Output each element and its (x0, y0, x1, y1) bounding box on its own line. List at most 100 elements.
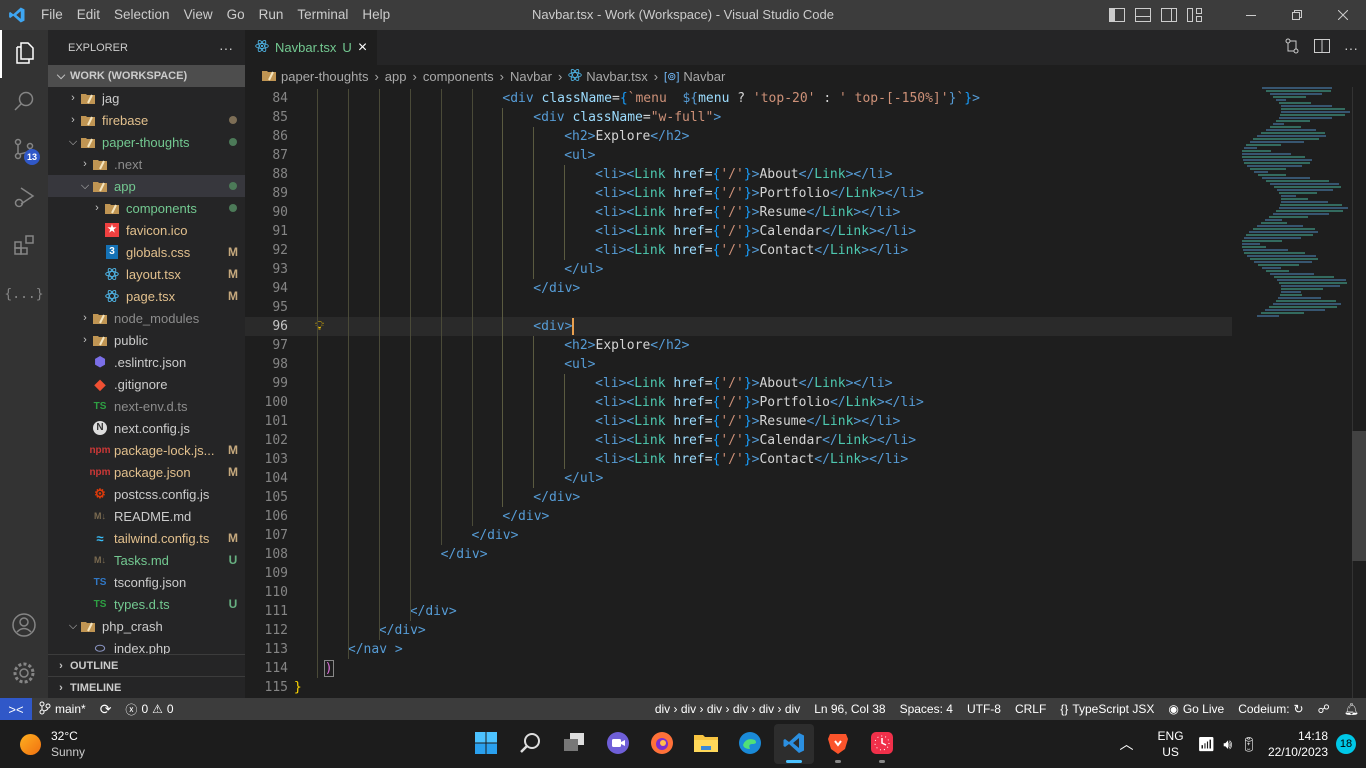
customize-layout-icon[interactable] (1182, 0, 1208, 30)
tree-item[interactable]: npm package-lock.js... M (48, 439, 245, 461)
tree-item[interactable]: › components (48, 197, 245, 219)
breadcrumb-item[interactable]: Navbar (510, 69, 552, 84)
tree-item[interactable]: ≈ tailwind.config.ts M (48, 527, 245, 549)
search-activity[interactable] (0, 78, 48, 126)
volume-icon[interactable]: 🔊︎ (1219, 736, 1236, 753)
tree-item[interactable]: ⌵ paper-thoughts (48, 131, 245, 153)
tree-item[interactable]: layout.tsx M (48, 263, 245, 285)
code-line[interactable]: 93 </ul> (245, 260, 1232, 279)
code-line[interactable]: 109 (245, 564, 1232, 583)
tree-item[interactable]: › firebase (48, 109, 245, 131)
outline-section-header[interactable]: › OUTLINE (48, 654, 245, 676)
close-window-button[interactable] (1320, 0, 1366, 30)
notification-badge[interactable]: 18 (1336, 734, 1356, 754)
breadcrumb-item[interactable]: app (385, 69, 407, 84)
code-line[interactable]: 115} (245, 678, 1232, 697)
accounts-activity[interactable] (0, 602, 48, 650)
breadcrumb-item[interactable]: components (423, 69, 494, 84)
cursor-position[interactable]: Ln 96, Col 38 (807, 702, 892, 716)
code-line[interactable]: 107 </div> (245, 526, 1232, 545)
tree-item[interactable]: › node_modules (48, 307, 245, 329)
codeium-status[interactable]: Codeium: ↻ (1231, 702, 1310, 716)
vscode-taskbar-button[interactable] (774, 724, 814, 764)
code-line[interactable]: 87 <ul> (245, 146, 1232, 165)
wifi-icon[interactable]: 📶︎ (1194, 736, 1220, 753)
teams-chat-button[interactable] (598, 724, 638, 764)
explorer-activity[interactable] (0, 30, 48, 78)
tree-item[interactable]: TS types.d.ts U (48, 593, 245, 615)
code-line[interactable]: 95 (245, 298, 1232, 317)
code-line[interactable]: 94 </div> (245, 279, 1232, 298)
encoding[interactable]: UTF-8 (960, 702, 1008, 716)
menu-terminal[interactable]: Terminal (290, 0, 355, 30)
menu-go[interactable]: Go (220, 0, 252, 30)
toggle-panel-icon[interactable] (1130, 0, 1156, 30)
timeline-section-header[interactable]: › TIMELINE (48, 676, 245, 698)
code-line[interactable]: 104 </ul> (245, 469, 1232, 488)
code-line[interactable]: 114) (245, 659, 1232, 678)
code-line[interactable]: 99 <li><Link href={'/'}>About</Link></li> (245, 374, 1232, 393)
taskbar-search-button[interactable] (510, 724, 550, 764)
brave-button[interactable] (818, 724, 858, 764)
clock-app-button[interactable] (862, 724, 902, 764)
code-line[interactable]: 105 </div> (245, 488, 1232, 507)
tree-item[interactable]: npm package.json M (48, 461, 245, 483)
code-line[interactable]: 96 💡︎ <div> (245, 317, 1232, 336)
minimize-button[interactable] (1228, 0, 1274, 30)
code-line[interactable]: 106 </div> (245, 507, 1232, 526)
menu-selection[interactable]: Selection (107, 0, 177, 30)
breadcrumb-item[interactable]: paper-thoughts (281, 69, 368, 84)
code-line[interactable]: 112 </div> (245, 621, 1232, 640)
menu-help[interactable]: Help (355, 0, 397, 30)
code-line[interactable]: 85 <div className="w-full"> (245, 108, 1232, 127)
code-line[interactable]: 102 <li><Link href={'/'}>Calendar</Link><… (245, 431, 1232, 450)
show-hidden-icons-button[interactable]: ︿ (1106, 734, 1148, 754)
tree-item[interactable]: page.tsx M (48, 285, 245, 307)
editor-scrollbar[interactable] (1352, 87, 1366, 698)
code-line[interactable]: 100 <li><Link href={'/'}>Portfolio</Link>… (245, 393, 1232, 412)
scroll-thumb[interactable] (1352, 431, 1366, 561)
split-editor-icon[interactable] (1314, 39, 1330, 56)
go-live-button[interactable]: ◉ Go Live (1161, 702, 1231, 716)
tree-item[interactable]: › .next (48, 153, 245, 175)
file-explorer-button[interactable] (686, 724, 726, 764)
breadcrumb-item[interactable]: Navbar.tsx (586, 69, 647, 84)
menu-view[interactable]: View (177, 0, 220, 30)
menu-file[interactable]: File (34, 0, 70, 30)
tree-item[interactable]: ⌵ php_crash (48, 615, 245, 637)
tree-item[interactable]: TS tsconfig.json (48, 571, 245, 593)
code-line[interactable]: 97 <h2>Explore</h2> (245, 336, 1232, 355)
tree-item[interactable]: ⌵ app (48, 175, 245, 197)
code-line[interactable]: 86 <h2>Explore</h2> (245, 127, 1232, 146)
tree-item[interactable]: TS next-env.d.ts (48, 395, 245, 417)
tree-item[interactable]: ⚙ postcss.config.js (48, 483, 245, 505)
code-line[interactable]: 84 <div className={`menu ${menu ? 'top-20… (245, 89, 1232, 108)
tree-item[interactable]: ★ favicon.ico (48, 219, 245, 241)
tree-item[interactable]: ⬢ .eslintrc.json (48, 351, 245, 373)
feedback-button[interactable]: ☍ (1311, 702, 1337, 716)
clock[interactable]: 14:18 22/10/2023 (1268, 728, 1328, 760)
firefox-button[interactable] (642, 724, 682, 764)
breadcrumb-item[interactable]: Navbar (683, 69, 725, 84)
menu-edit[interactable]: Edit (70, 0, 107, 30)
code-line[interactable]: 101 <li><Link href={'/'}>Resume</Link></l… (245, 412, 1232, 431)
code-line[interactable]: 103 <li><Link href={'/'}>Contact</Link></… (245, 450, 1232, 469)
minimap[interactable] (1232, 87, 1352, 698)
task-view-button[interactable] (554, 724, 594, 764)
tree-item[interactable]: M↓ README.md (48, 505, 245, 527)
line-endings[interactable]: CRLF (1008, 702, 1053, 716)
language-indicator[interactable]: ENG US (1148, 728, 1194, 760)
code-editor[interactable]: 84 <div className={`menu ${menu ? 'top-20… (245, 87, 1366, 698)
menu-run[interactable]: Run (252, 0, 291, 30)
open-changes-icon[interactable] (1284, 38, 1300, 57)
sync-button[interactable]: ⟳ (93, 701, 119, 718)
code-line[interactable]: 98 <ul> (245, 355, 1232, 374)
code-line[interactable]: 110 (245, 583, 1232, 602)
battery-icon[interactable]: 🔋︎ (1236, 736, 1268, 753)
code-line[interactable]: 89 <li><Link href={'/'}>Portfolio</Link><… (245, 184, 1232, 203)
explorer-more-button[interactable]: ··· (219, 40, 233, 56)
code-line[interactable]: 91 <li><Link href={'/'}>Calendar</Link></… (245, 222, 1232, 241)
notifications-button[interactable]: 🔔︎ (1337, 702, 1366, 716)
code-line[interactable]: 111 </div> (245, 602, 1232, 621)
source-control-activity[interactable]: 13 (0, 126, 48, 174)
